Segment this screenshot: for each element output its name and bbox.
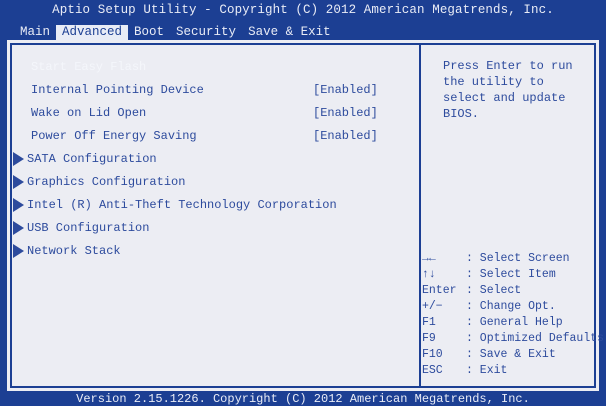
- key-desc: : Save & Exit: [466, 348, 556, 361]
- submenu-label: USB Configuration: [27, 221, 150, 235]
- tab-save-exit[interactable]: Save & Exit: [242, 25, 337, 40]
- submenu-label: SATA Configuration: [27, 152, 157, 166]
- key-row: F10 : Save & Exit: [422, 347, 604, 363]
- key-row: +/− : Change Opt.: [422, 299, 604, 315]
- tab-advanced[interactable]: Advanced: [56, 25, 129, 40]
- submenu-label: Network Stack: [27, 244, 121, 258]
- key-desc: : Select: [466, 284, 522, 297]
- key-row: ↑↓ : Select Item: [422, 267, 604, 283]
- key-row: ESC : Exit: [422, 363, 604, 379]
- panel-frame: Start Easy Flash Internal Pointing Devic…: [10, 43, 604, 388]
- settings-panel: Start Easy Flash Internal Pointing Devic…: [7, 40, 604, 391]
- key-desc: : Select Item: [466, 268, 556, 281]
- key-row: Enter : Select: [422, 283, 604, 299]
- tab-security[interactable]: Security: [170, 25, 242, 40]
- item-label: Start Easy Flash: [31, 60, 147, 74]
- submenu-sata-configuration[interactable]: SATA Configuration: [13, 150, 157, 168]
- help-text: Press Enter to run the utility to select…: [443, 59, 573, 121]
- key-desc: : Optimized Defaults: [466, 332, 605, 345]
- window-title: Aptio Setup Utility - Copyright (C) 2012…: [52, 3, 554, 17]
- tab-main[interactable]: Main: [14, 25, 56, 40]
- key-name: ESC: [422, 364, 443, 377]
- key-name: F9: [422, 332, 436, 345]
- internal-pointing-device-item[interactable]: Internal Pointing Device [Enabled]: [31, 81, 378, 99]
- key-row: →← : Select Screen: [422, 251, 604, 267]
- key-desc: : Select Screen: [466, 252, 570, 265]
- key-name: +/−: [422, 300, 443, 313]
- tab-bar: Main Advanced Boot Security Save & Exit: [14, 25, 337, 40]
- key-desc: : Change Opt.: [466, 300, 556, 313]
- submenu-network-stack[interactable]: Network Stack: [13, 242, 121, 260]
- submenu-intel-anti-theft[interactable]: Intel (R) Anti-Theft Technology Corporat…: [13, 196, 337, 214]
- submenu-label: Graphics Configuration: [27, 175, 186, 189]
- arrow-right-icon: [13, 198, 24, 212]
- item-value[interactable]: [Enabled]: [313, 127, 378, 145]
- key-name: ↑↓: [422, 268, 436, 281]
- key-row: F1 : General Help: [422, 315, 604, 331]
- power-off-energy-saving-item[interactable]: Power Off Energy Saving [Enabled]: [31, 127, 378, 145]
- start-easy-flash-item[interactable]: Start Easy Flash: [31, 58, 146, 76]
- submenu-graphics-configuration[interactable]: Graphics Configuration: [13, 173, 185, 191]
- submenu-usb-configuration[interactable]: USB Configuration: [13, 219, 149, 237]
- item-label: Wake on Lid Open: [31, 106, 147, 120]
- item-label: Power Off Energy Saving: [31, 129, 197, 143]
- arrow-right-icon: [13, 152, 24, 166]
- version-footer: Version 2.15.1226. Copyright (C) 2012 Am…: [76, 392, 530, 406]
- key-name: Enter: [422, 284, 457, 297]
- arrow-right-icon: [13, 244, 24, 258]
- submenu-label: Intel (R) Anti-Theft Technology Corporat…: [27, 198, 337, 212]
- tab-boot[interactable]: Boot: [128, 25, 170, 40]
- arrow-right-icon: [13, 221, 24, 235]
- key-name: F10: [422, 348, 443, 361]
- item-value[interactable]: [Enabled]: [313, 104, 378, 122]
- key-legend: →← : Select Screen ↑↓ : Select Item Enter:…: [422, 251, 604, 379]
- key-row: F9 : Optimized Defaults: [422, 331, 604, 347]
- key-name: F1: [422, 316, 436, 329]
- key-name: →←: [422, 252, 436, 265]
- key-desc: : General Help: [466, 316, 563, 329]
- wake-on-lid-open-item[interactable]: Wake on Lid Open [Enabled]: [31, 104, 378, 122]
- arrow-right-icon: [13, 175, 24, 189]
- panel-divider: [419, 45, 421, 386]
- item-value[interactable]: [Enabled]: [313, 81, 378, 99]
- item-label: Internal Pointing Device: [31, 83, 204, 97]
- key-desc: : Exit: [466, 364, 508, 377]
